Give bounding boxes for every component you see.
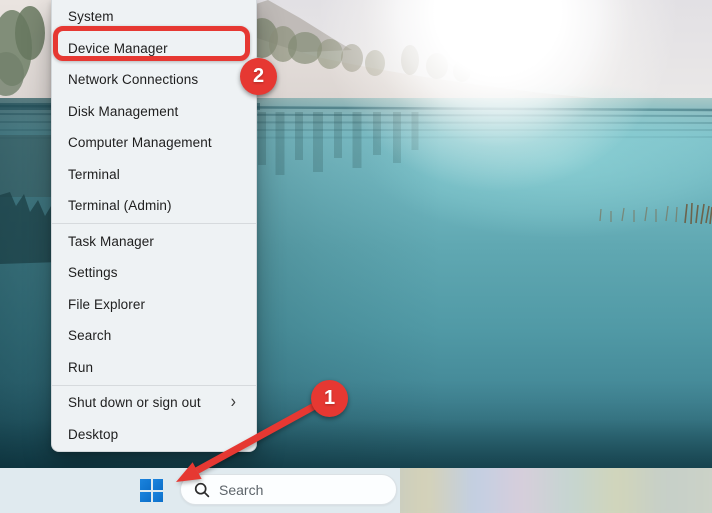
menu-item-device-manager[interactable]: Device Manager [52,33,256,65]
screen: System Device Manager Network Connection… [0,0,712,513]
menu-separator [52,384,256,386]
menu-item-system[interactable]: System [52,1,256,33]
menu-item-file-explorer[interactable]: File Explorer [52,289,256,321]
menu-item-shutdown[interactable]: Shut down or sign out › [52,387,256,419]
menu-item-search[interactable]: Search [52,320,256,352]
menu-item-terminal-admin[interactable]: Terminal (Admin) [52,190,256,222]
menu-item-disk-management[interactable]: Disk Management [52,96,256,128]
taskbar-blurred-icons-area [400,468,712,513]
windows-logo-icon [140,479,163,502]
menu-item-terminal[interactable]: Terminal [52,159,256,191]
chevron-right-icon: › [230,392,236,412]
menu-item-computer-management[interactable]: Computer Management [52,127,256,159]
menu-item-task-manager[interactable]: Task Manager [52,226,256,258]
annotation-badge-1: 1 [311,380,348,417]
annotation-badge-2: 2 [240,58,277,95]
menu-item-desktop[interactable]: Desktop [52,419,256,451]
winx-menu-list: System Device Manager Network Connection… [52,1,256,450]
menu-item-settings[interactable]: Settings [52,257,256,289]
start-button[interactable] [134,473,169,508]
search-icon [194,482,210,497]
menu-separator [52,223,256,224]
taskbar-search[interactable] [180,474,397,505]
menu-item-network-connections[interactable]: Network Connections [52,64,256,96]
search-input[interactable] [219,481,369,498]
menu-item-run[interactable]: Run [52,352,256,384]
winx-menu: System Device Manager Network Connection… [51,0,257,452]
taskbar-blur-gradient [400,468,712,513]
